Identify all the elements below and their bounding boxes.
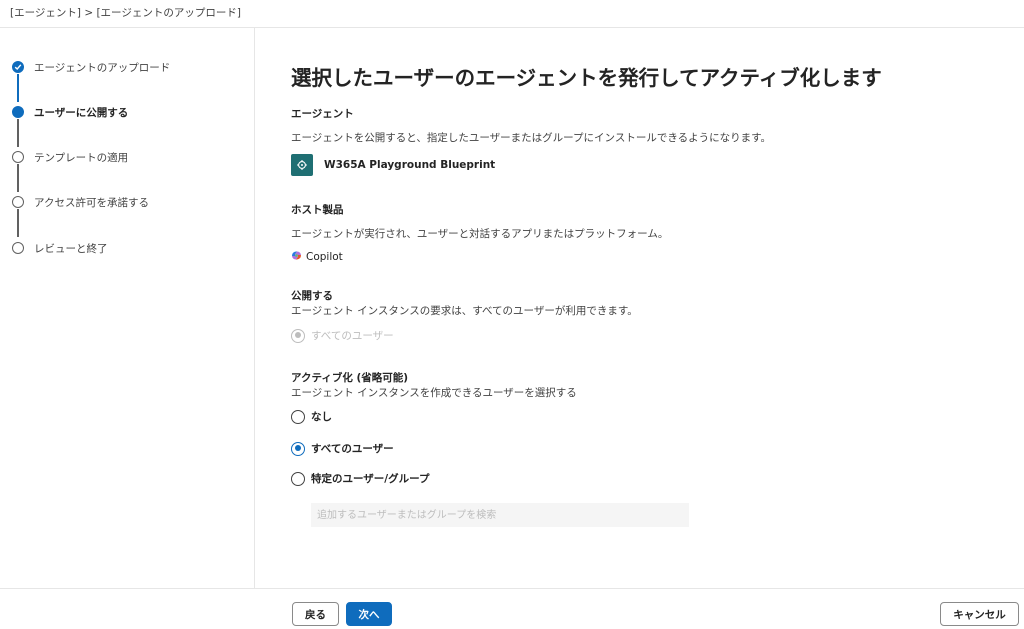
step-apply-template[interactable]: テンプレートの適用 (12, 147, 128, 167)
activate-section-description: エージェント インスタンスを作成できるユーザーを選択する (291, 387, 577, 399)
step-review-finish[interactable]: レビューと終了 (12, 238, 108, 258)
radio-indicator[interactable] (291, 441, 305, 456)
footer-divider (0, 588, 1024, 589)
agent-section-description: エージェントを公開すると、指定したユーザーまたはグループにインストールできるよう… (291, 132, 772, 144)
activate-all-users-radio[interactable]: すべてのユーザー (291, 441, 394, 456)
pending-step-icon (12, 242, 24, 254)
radio-label: なし (311, 411, 332, 423)
step-accept-permissions[interactable]: アクセス許可を承諾する (12, 192, 149, 212)
wizard-steps-sidebar: エージェントのアップロード ユーザーに公開する テンプレートの適用 アクセス許可… (0, 28, 255, 588)
page-title: 選択したユーザーのエージェントを発行してアクティブ化します (291, 66, 882, 90)
pending-step-icon (12, 151, 24, 163)
agent-section-heading: エージェント (291, 108, 354, 120)
step-label: エージェントのアップロード (34, 61, 171, 74)
checkmark-icon (12, 61, 24, 73)
activate-none-radio[interactable]: なし (291, 409, 332, 424)
step-publish-to-users[interactable]: ユーザーに公開する (12, 102, 128, 122)
next-button[interactable]: 次へ (346, 602, 392, 626)
copilot-logo-icon (291, 250, 302, 264)
back-button[interactable]: 戻る (292, 602, 339, 626)
breadcrumb: [エージェント] > [エージェントのアップロード] (10, 7, 241, 19)
host-section-heading: ホスト製品 (291, 204, 344, 216)
step-connector (17, 164, 19, 192)
radio-indicator[interactable] (291, 409, 305, 424)
agent-item: W365A Playground Blueprint (291, 154, 495, 176)
step-label: レビューと終了 (34, 242, 108, 255)
radio-label: すべてのユーザー (311, 443, 394, 455)
pending-step-icon (12, 196, 24, 208)
host-section-description: エージェントが実行され、ユーザーと対話するアプリまたはプラットフォーム。 (291, 228, 669, 240)
step-label: ユーザーに公開する (34, 106, 129, 119)
step-connector (17, 74, 19, 102)
host-product: Copilot (291, 250, 343, 264)
radio-label: 特定のユーザー/グループ (311, 473, 430, 485)
step-upload-agent[interactable]: エージェントのアップロード (12, 57, 170, 77)
radio-label: すべてのユーザー (311, 330, 394, 342)
activate-section-heading: アクティブ化 (省略可能) (291, 372, 409, 384)
agent-app-icon (291, 154, 313, 176)
publish-all-users-radio: すべてのユーザー (291, 328, 394, 343)
step-connector (17, 209, 19, 237)
activate-specific-users-radio[interactable]: 特定のユーザー/グループ (291, 471, 430, 486)
current-step-icon (12, 106, 24, 118)
host-product-name: Copilot (306, 251, 343, 263)
user-group-search-input[interactable] (311, 503, 689, 527)
publish-section-description: エージェント インスタンスの要求は、すべてのユーザーが利用できます。 (291, 305, 638, 317)
publish-section-heading: 公開する (291, 290, 333, 302)
cancel-button[interactable]: キャンセル (940, 602, 1019, 626)
agent-name: W365A Playground Blueprint (324, 159, 496, 171)
step-label: アクセス許可を承諾する (34, 196, 149, 209)
radio-indicator (291, 328, 305, 343)
radio-indicator[interactable] (291, 471, 305, 486)
step-label: テンプレートの適用 (34, 151, 129, 164)
step-connector (17, 119, 19, 147)
